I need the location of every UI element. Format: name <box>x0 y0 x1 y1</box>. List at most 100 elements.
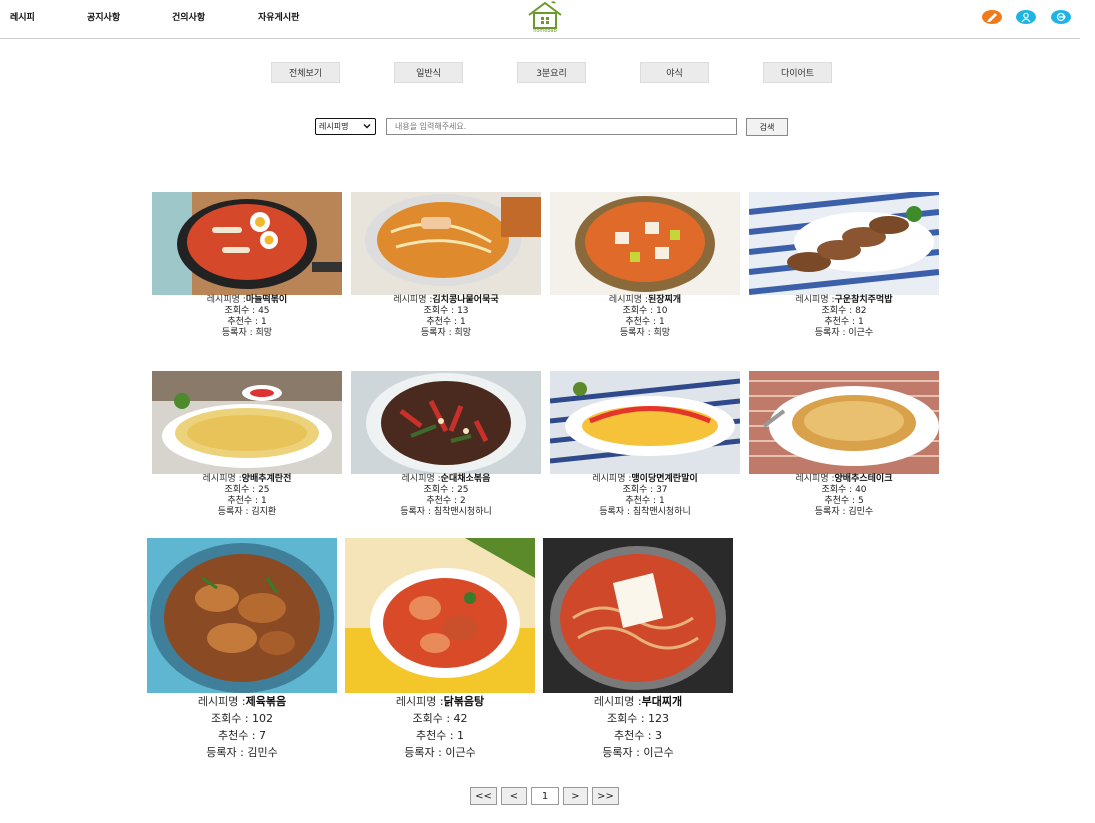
recipe-card[interactable]: 레시피명 :제육볶음 조회수 : 102 추천수 : 7 등록자 : 김민수 <box>147 538 337 763</box>
nav-notice[interactable]: 공지사항 <box>87 10 120 23</box>
author-label: 등록자 <box>619 328 645 338</box>
recipe-card[interactable]: 레시피명 :양배추계란전 조회수 : 25 추천수 : 1 등록자 : 김지환 <box>152 371 342 521</box>
recipe-image <box>550 371 740 474</box>
recipe-image <box>550 192 740 295</box>
views-label: 조회수 <box>224 485 250 495</box>
recipe-card[interactable]: 레시피명 :양배추스테이크 조회수 : 40 추천수 : 5 등록자 : 김민수 <box>749 371 939 521</box>
author-value: 김민수 <box>247 746 278 759</box>
page-last-button[interactable]: >> <box>592 787 619 805</box>
recs-value: 5 <box>857 496 864 506</box>
recipe-name-label: 레시피명 <box>206 295 240 305</box>
views-label: 조회수 <box>412 712 443 725</box>
recipe-name-label: 레시피명 <box>592 474 626 484</box>
recipe-card[interactable]: 레시피명 :부대찌개 조회수 : 123 추천수 : 3 등록자 : 이근수 <box>543 538 733 763</box>
recs-label: 추천수 <box>824 317 850 327</box>
search-type-select[interactable]: 레시피명 <box>315 118 376 135</box>
recipe-card[interactable]: 레시피명 :마늘떡볶이 조회수 : 45 추천수 : 1 등록자 : 희망 <box>152 192 342 342</box>
recs-label: 추천수 <box>625 317 651 327</box>
views-value: 10 <box>656 306 668 316</box>
recs-label: 추천수 <box>227 496 253 506</box>
recs-value: 1 <box>260 317 267 327</box>
user-icon[interactable] <box>1016 10 1036 24</box>
nav-suggestion[interactable]: 건의사항 <box>172 10 205 23</box>
recipe-image <box>543 538 733 693</box>
recipe-card[interactable]: 레시피명 :순대채소볶음 조회수 : 25 추천수 : 2 등록자 : 침착맨시… <box>351 371 541 521</box>
nav-recipe[interactable]: 레시피 <box>10 10 35 23</box>
recs-value: 1 <box>658 496 665 506</box>
views-label: 조회수 <box>622 306 648 316</box>
recipe-image <box>345 538 535 693</box>
recipe-name-label: 레시피명 <box>795 474 829 484</box>
chevron-down-icon <box>363 124 371 129</box>
logo-text: homebab <box>533 28 557 34</box>
views-label: 조회수 <box>606 712 638 725</box>
views-value: 45 <box>258 306 270 316</box>
search-button[interactable]: 검색 <box>746 118 788 136</box>
page-next-button[interactable]: > <box>563 787 588 805</box>
house-icon <box>528 1 562 29</box>
recipe-name: 양배추스테이크 <box>834 474 893 484</box>
search-input[interactable]: 내용을 입력해주세요. <box>386 118 737 135</box>
recipe-name: 제육볶음 <box>245 695 287 708</box>
recs-value: 1 <box>658 317 665 327</box>
views-label: 조회수 <box>423 306 449 316</box>
recipe-card[interactable]: 레시피명 :김치콩나물어묵국 조회수 : 13 추천수 : 1 등록자 : 희망 <box>351 192 541 342</box>
category-diet-button[interactable]: 다이어트 <box>763 62 832 83</box>
recipe-card[interactable]: 레시피명 :닭볶음탕 조회수 : 42 추천수 : 1 등록자 : 이근수 <box>345 538 535 763</box>
page-number-button[interactable]: 1 <box>531 787 559 805</box>
author-label: 등록자 <box>814 328 840 338</box>
category-general-button[interactable]: 일반식 <box>394 62 463 83</box>
views-label: 조회수 <box>423 485 449 495</box>
author-label: 등록자 <box>814 507 840 517</box>
category-night-snack-button[interactable]: 야식 <box>640 62 709 83</box>
top-navigation: 레시피 공지사항 건의사항 자유게시판 homebab <box>0 0 1080 39</box>
recs-label: 추천수 <box>426 496 452 506</box>
author-value: 이근수 <box>643 746 674 759</box>
author-label: 등록자 <box>602 746 633 759</box>
recipe-image <box>152 192 342 295</box>
author-value: 이근수 <box>445 746 476 759</box>
views-value: 123 <box>648 712 670 725</box>
page-prev-button[interactable]: < <box>501 787 527 805</box>
recipe-name: 양배추계란전 <box>241 474 292 484</box>
nav-free-board[interactable]: 자유게시판 <box>258 10 299 23</box>
logout-icon[interactable] <box>1051 10 1071 24</box>
author-label: 등록자 <box>599 507 625 517</box>
recipe-card[interactable]: 레시피명 :구운참치주먹밥 조회수 : 82 추천수 : 1 등록자 : 이근수 <box>749 192 939 342</box>
recs-value: 3 <box>655 729 663 742</box>
recs-value: 7 <box>259 729 267 742</box>
views-value: 40 <box>855 485 867 495</box>
views-value: 37 <box>656 485 668 495</box>
recipe-name: 구운참치주먹밥 <box>834 295 893 305</box>
author-value: 희망 <box>454 328 472 338</box>
views-label: 조회수 <box>622 485 648 495</box>
page-first-button[interactable]: << <box>470 787 497 805</box>
author-label: 등록자 <box>206 746 237 759</box>
recipe-name: 순대채소볶음 <box>440 474 491 484</box>
views-label: 조회수 <box>821 306 847 316</box>
home-logo[interactable]: homebab <box>526 0 564 36</box>
recipe-image <box>152 371 342 474</box>
recs-value: 1 <box>857 317 864 327</box>
views-label: 조회수 <box>821 485 847 495</box>
recs-label: 추천수 <box>426 317 452 327</box>
recipe-card[interactable]: 레시피명 :맹이당면계란말이 조회수 : 37 추천수 : 1 등록자 : 침착… <box>550 371 740 521</box>
author-value: 희망 <box>653 328 671 338</box>
pencil-icon[interactable] <box>982 10 1002 24</box>
recs-value: 2 <box>459 496 466 506</box>
recipe-name-label: 레시피명 <box>608 295 643 305</box>
recipe-name: 마늘떡볶이 <box>245 295 288 305</box>
recipe-name: 김치콩나물어묵국 <box>432 295 499 305</box>
recipe-image <box>147 538 337 693</box>
recs-value: 1 <box>260 496 267 506</box>
category-3min-button[interactable]: 3분요리 <box>517 62 586 83</box>
views-label: 조회수 <box>224 306 250 316</box>
recipe-image <box>749 371 939 474</box>
author-value: 침착맨시청하니 <box>433 507 492 517</box>
recipe-image <box>351 192 541 295</box>
recipe-card[interactable]: 레시피명 :된장찌개 조회수 : 10 추천수 : 1 등록자 : 희망 <box>550 192 740 342</box>
author-label: 등록자 <box>400 507 426 517</box>
views-label: 조회수 <box>210 712 242 725</box>
category-all-button[interactable]: 전체보기 <box>271 62 340 83</box>
author-value: 김민수 <box>848 507 874 517</box>
